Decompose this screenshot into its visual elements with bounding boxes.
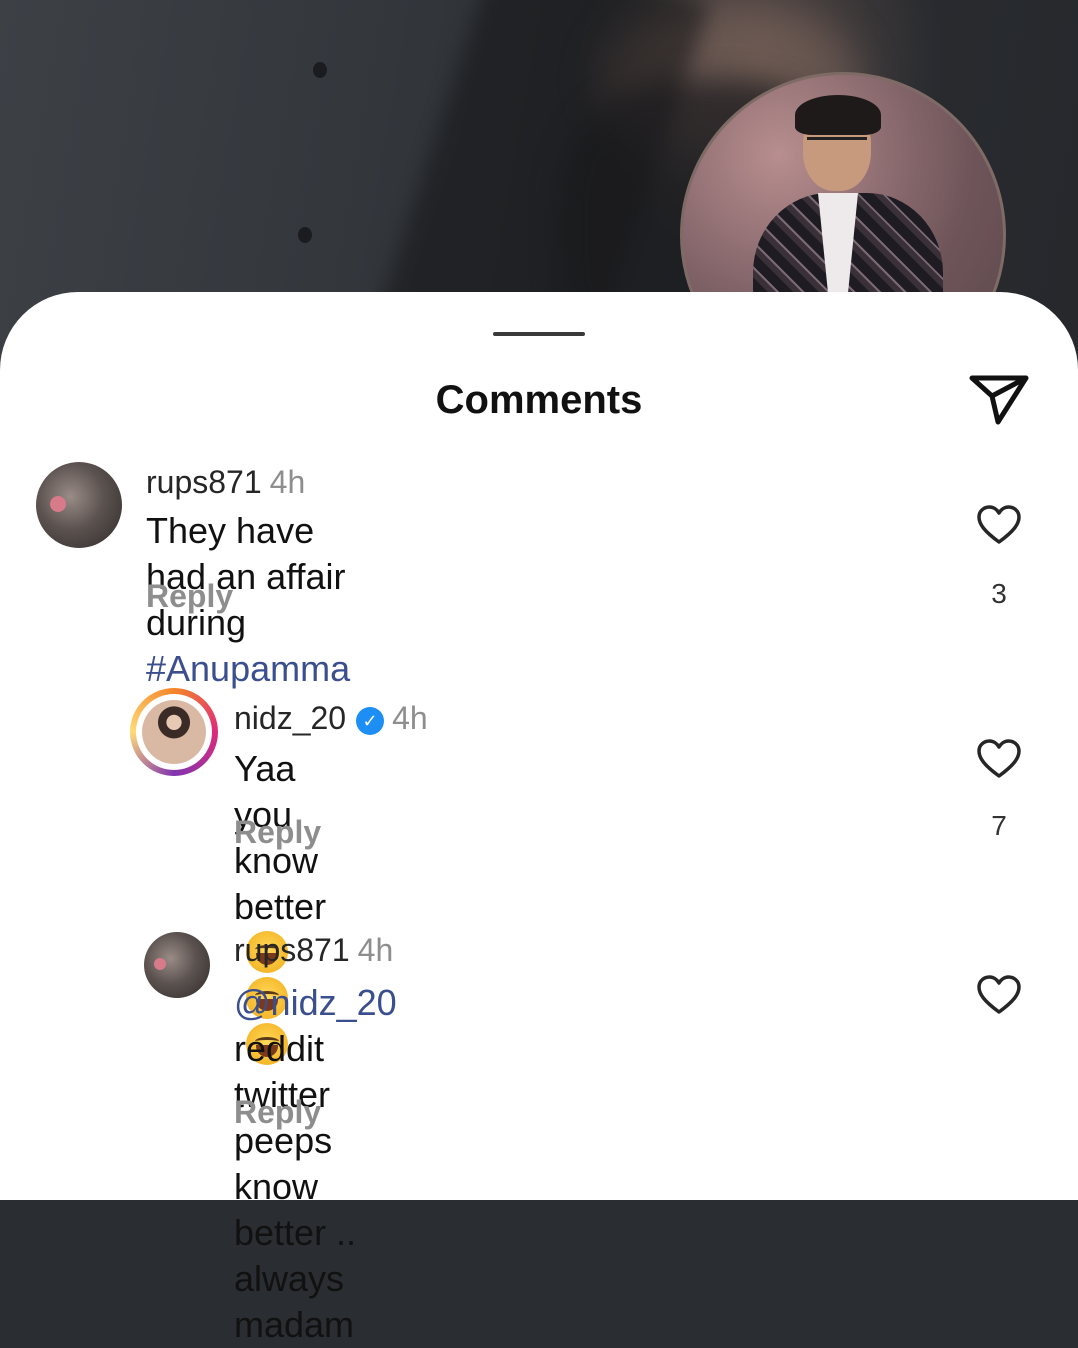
username[interactable]: nidz_20: [234, 700, 346, 736]
send-icon[interactable]: [968, 372, 1030, 428]
comment-username-line: nidz_20 ✓ 4h: [234, 700, 428, 737]
heart-icon[interactable]: [976, 974, 1022, 1016]
timestamp: 4h: [269, 464, 306, 500]
comment-body: They have had an affair during: [146, 510, 346, 643]
comment-body-line2: better .. always madam: [234, 1212, 357, 1345]
reply-button[interactable]: Reply: [234, 1094, 321, 1131]
username[interactable]: rups871: [146, 464, 262, 500]
like-count: 7: [991, 810, 1007, 841]
heart-icon[interactable]: [976, 504, 1022, 546]
reply-button[interactable]: Reply: [146, 578, 233, 615]
timestamp: 4h: [357, 932, 394, 968]
avatar[interactable]: [36, 462, 122, 548]
comments-sheet: Comments rups871 4h They have had an affa…: [0, 292, 1078, 1345]
comment-username-line: rups871 4h: [146, 464, 305, 501]
drag-handle[interactable]: [493, 332, 585, 336]
username[interactable]: rups871: [234, 932, 350, 968]
avatar-flower: [50, 496, 66, 512]
like-count: 3: [991, 578, 1007, 609]
timestamp: 4h: [392, 700, 428, 736]
mention-link[interactable]: @nidz_20: [234, 982, 397, 1023]
avatar: [142, 700, 206, 764]
verified-badge-icon: ✓: [356, 707, 385, 735]
comment-username-line: rups871 4h: [234, 932, 393, 969]
sheet-title: Comments: [435, 378, 643, 422]
comment-text: @nidz_20 reddit twitter peeps know bette…: [234, 980, 397, 1348]
avatar[interactable]: [144, 932, 210, 998]
reply-button[interactable]: Reply: [234, 814, 321, 851]
hashtag-link[interactable]: #Anupamma: [146, 648, 350, 689]
avatar-flower: [154, 958, 166, 970]
avatar-story-ring[interactable]: [130, 688, 218, 776]
heart-icon[interactable]: [976, 738, 1022, 780]
